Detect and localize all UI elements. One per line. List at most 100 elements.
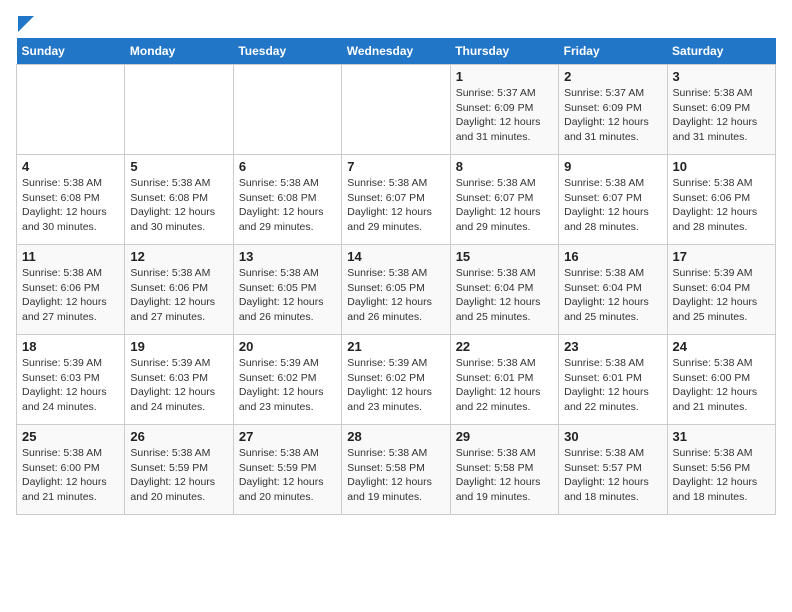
calendar-cell: 18 Sunrise: 5:39 AMSunset: 6:03 PMDayligh… (17, 335, 125, 425)
calendar-cell: 15 Sunrise: 5:38 AMSunset: 6:04 PMDayligh… (450, 245, 558, 335)
day-info: Sunrise: 5:37 AMSunset: 6:09 PMDaylight:… (564, 86, 661, 145)
day-number: 17 (673, 249, 770, 264)
calendar-cell (342, 65, 450, 155)
day-number: 1 (456, 69, 553, 84)
calendar-cell (233, 65, 341, 155)
day-info: Sunrise: 5:39 AMSunset: 6:02 PMDaylight:… (239, 356, 336, 415)
day-info: Sunrise: 5:38 AMSunset: 6:00 PMDaylight:… (22, 446, 119, 505)
day-number: 23 (564, 339, 661, 354)
day-number: 9 (564, 159, 661, 174)
header-sunday: Sunday (17, 38, 125, 65)
day-number: 27 (239, 429, 336, 444)
day-info: Sunrise: 5:38 AMSunset: 5:58 PMDaylight:… (456, 446, 553, 505)
calendar-cell: 17Sunrise: 5:39 AMSunset: 6:04 PMDayligh… (667, 245, 775, 335)
calendar-cell: 4 Sunrise: 5:38 AMSunset: 6:08 PMDaylight… (17, 155, 125, 245)
day-number: 14 (347, 249, 444, 264)
day-info: Sunrise: 5:38 AMSunset: 6:00 PMDaylight:… (673, 356, 770, 415)
day-info: Sunrise: 5:38 AMSunset: 6:08 PMDaylight:… (22, 176, 119, 235)
calendar-cell: 30 Sunrise: 5:38 AMSunset: 5:57 PMDayligh… (559, 425, 667, 515)
calendar-cell: 10 Sunrise: 5:38 AMSunset: 6:06 PMDayligh… (667, 155, 775, 245)
calendar-cell: 22Sunrise: 5:38 AMSunset: 6:01 PMDayligh… (450, 335, 558, 425)
day-info: Sunrise: 5:38 AMSunset: 6:09 PMDaylight:… (673, 86, 770, 145)
day-info: Sunrise: 5:39 AMSunset: 6:02 PMDaylight:… (347, 356, 444, 415)
header-thursday: Thursday (450, 38, 558, 65)
day-number: 22 (456, 339, 553, 354)
calendar-header-row: SundayMondayTuesdayWednesdayThursdayFrid… (17, 38, 776, 65)
calendar-cell (17, 65, 125, 155)
calendar-cell: 28Sunrise: 5:38 AMSunset: 5:58 PMDayligh… (342, 425, 450, 515)
day-info: Sunrise: 5:38 AMSunset: 6:04 PMDaylight:… (456, 266, 553, 325)
calendar-cell: 13 Sunrise: 5:38 AMSunset: 6:05 PMDayligh… (233, 245, 341, 335)
day-info: Sunrise: 5:38 AMSunset: 5:59 PMDaylight:… (239, 446, 336, 505)
day-number: 15 (456, 249, 553, 264)
header-saturday: Saturday (667, 38, 775, 65)
day-number: 26 (130, 429, 227, 444)
day-info: Sunrise: 5:39 AMSunset: 6:03 PMDaylight:… (130, 356, 227, 415)
calendar-week-row: 18 Sunrise: 5:39 AMSunset: 6:03 PMDayligh… (17, 335, 776, 425)
calendar-week-row: 11Sunrise: 5:38 AMSunset: 6:06 PMDayligh… (17, 245, 776, 335)
day-info: Sunrise: 5:38 AMSunset: 6:05 PMDaylight:… (347, 266, 444, 325)
day-number: 19 (130, 339, 227, 354)
calendar-cell: 19 Sunrise: 5:39 AMSunset: 6:03 PMDayligh… (125, 335, 233, 425)
day-number: 2 (564, 69, 661, 84)
calendar-cell: 11Sunrise: 5:38 AMSunset: 6:06 PMDayligh… (17, 245, 125, 335)
calendar-cell: 31 Sunrise: 5:38 AMSunset: 5:56 PMDayligh… (667, 425, 775, 515)
page-header (16, 16, 776, 32)
calendar-cell: 3 Sunrise: 5:38 AMSunset: 6:09 PMDaylight… (667, 65, 775, 155)
day-info: Sunrise: 5:38 AMSunset: 6:08 PMDaylight:… (239, 176, 336, 235)
calendar-cell: 9 Sunrise: 5:38 AMSunset: 6:07 PMDaylight… (559, 155, 667, 245)
calendar-cell: 16Sunrise: 5:38 AMSunset: 6:04 PMDayligh… (559, 245, 667, 335)
header-friday: Friday (559, 38, 667, 65)
day-number: 8 (456, 159, 553, 174)
calendar-cell: 8 Sunrise: 5:38 AMSunset: 6:07 PMDaylight… (450, 155, 558, 245)
day-info: Sunrise: 5:38 AMSunset: 6:01 PMDaylight:… (564, 356, 661, 415)
calendar-week-row: 25Sunrise: 5:38 AMSunset: 6:00 PMDayligh… (17, 425, 776, 515)
day-info: Sunrise: 5:38 AMSunset: 5:58 PMDaylight:… (347, 446, 444, 505)
calendar-week-row: 4 Sunrise: 5:38 AMSunset: 6:08 PMDaylight… (17, 155, 776, 245)
calendar-cell: 20 Sunrise: 5:39 AMSunset: 6:02 PMDayligh… (233, 335, 341, 425)
day-info: Sunrise: 5:37 AMSunset: 6:09 PMDaylight:… (456, 86, 553, 145)
day-number: 29 (456, 429, 553, 444)
day-number: 6 (239, 159, 336, 174)
day-info: Sunrise: 5:38 AMSunset: 6:07 PMDaylight:… (564, 176, 661, 235)
calendar-cell: 12 Sunrise: 5:38 AMSunset: 6:06 PMDayligh… (125, 245, 233, 335)
calendar-cell (125, 65, 233, 155)
day-number: 12 (130, 249, 227, 264)
calendar-week-row: 1 Sunrise: 5:37 AMSunset: 6:09 PMDaylight… (17, 65, 776, 155)
day-number: 21 (347, 339, 444, 354)
day-info: Sunrise: 5:38 AMSunset: 5:56 PMDaylight:… (673, 446, 770, 505)
calendar-cell: 1 Sunrise: 5:37 AMSunset: 6:09 PMDaylight… (450, 65, 558, 155)
day-info: Sunrise: 5:38 AMSunset: 5:57 PMDaylight:… (564, 446, 661, 505)
calendar-cell: 23 Sunrise: 5:38 AMSunset: 6:01 PMDayligh… (559, 335, 667, 425)
calendar-cell: 21 Sunrise: 5:39 AMSunset: 6:02 PMDayligh… (342, 335, 450, 425)
day-number: 24 (673, 339, 770, 354)
day-number: 20 (239, 339, 336, 354)
day-info: Sunrise: 5:38 AMSunset: 6:06 PMDaylight:… (22, 266, 119, 325)
calendar-cell: 29 Sunrise: 5:38 AMSunset: 5:58 PMDayligh… (450, 425, 558, 515)
calendar-cell: 14 Sunrise: 5:38 AMSunset: 6:05 PMDayligh… (342, 245, 450, 335)
calendar-cell: 5Sunrise: 5:38 AMSunset: 6:08 PMDaylight… (125, 155, 233, 245)
calendar-cell: 27 Sunrise: 5:38 AMSunset: 5:59 PMDayligh… (233, 425, 341, 515)
header-tuesday: Tuesday (233, 38, 341, 65)
day-info: Sunrise: 5:39 AMSunset: 6:03 PMDaylight:… (22, 356, 119, 415)
day-info: Sunrise: 5:38 AMSunset: 6:07 PMDaylight:… (456, 176, 553, 235)
calendar-cell: 24 Sunrise: 5:38 AMSunset: 6:00 PMDayligh… (667, 335, 775, 425)
day-info: Sunrise: 5:38 AMSunset: 6:06 PMDaylight:… (673, 176, 770, 235)
calendar-cell: 6 Sunrise: 5:38 AMSunset: 6:08 PMDaylight… (233, 155, 341, 245)
logo (16, 16, 34, 32)
day-number: 3 (673, 69, 770, 84)
header-monday: Monday (125, 38, 233, 65)
day-number: 5 (130, 159, 227, 174)
day-info: Sunrise: 5:38 AMSunset: 5:59 PMDaylight:… (130, 446, 227, 505)
day-info: Sunrise: 5:38 AMSunset: 6:06 PMDaylight:… (130, 266, 227, 325)
calendar-table: SundayMondayTuesdayWednesdayThursdayFrid… (16, 38, 776, 515)
day-number: 13 (239, 249, 336, 264)
day-number: 31 (673, 429, 770, 444)
day-number: 7 (347, 159, 444, 174)
day-number: 30 (564, 429, 661, 444)
day-number: 10 (673, 159, 770, 174)
day-number: 4 (22, 159, 119, 174)
day-number: 16 (564, 249, 661, 264)
day-number: 18 (22, 339, 119, 354)
day-info: Sunrise: 5:38 AMSunset: 6:05 PMDaylight:… (239, 266, 336, 325)
